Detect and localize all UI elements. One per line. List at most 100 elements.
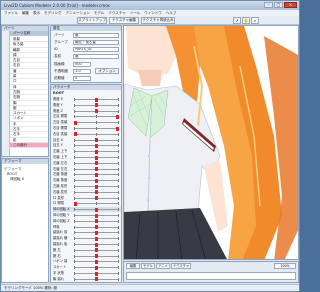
- parameter-slider[interactable]: [74, 132, 119, 137]
- opacity-field[interactable]: 1.0: [73, 69, 91, 74]
- parameter-slider[interactable]: [74, 178, 119, 183]
- zoom-level[interactable]: 100%: [274, 263, 296, 269]
- parameter-slider[interactable]: [74, 97, 119, 102]
- slider-knob[interactable]: [95, 259, 98, 264]
- menu-tools[interactable]: ツール: [130, 11, 141, 16]
- timeline-scrollbar[interactable]: [126, 272, 296, 280]
- slider-knob[interactable]: [95, 97, 98, 102]
- hand-icon[interactable]: ✋: [242, 17, 250, 24]
- slider-knob[interactable]: [95, 277, 98, 282]
- parameter-slider[interactable]: [74, 155, 119, 160]
- tree-item[interactable]: 体回転 X: [4, 177, 24, 182]
- parameter-slider[interactable]: [74, 201, 119, 206]
- slider-knob[interactable]: [95, 236, 98, 241]
- texture-reload-button[interactable]: テクスチャ再読込み: [141, 17, 175, 24]
- zoom-icon[interactable]: ⌕: [251, 17, 259, 24]
- slider-knob[interactable]: [95, 143, 98, 148]
- slider-knob[interactable]: [95, 178, 98, 183]
- slider-knob[interactable]: [95, 196, 98, 201]
- menu-help[interactable]: ヘルプ: [166, 11, 177, 16]
- parameter-slider[interactable]: [74, 109, 119, 114]
- parameter-slider[interactable]: [74, 265, 119, 270]
- close-button[interactable]: ×: [284, 2, 297, 8]
- parameter-slider[interactable]: [74, 114, 119, 119]
- slider-knob[interactable]: [95, 172, 98, 177]
- texture-edit-button[interactable]: テクスチャ編集: [109, 17, 139, 24]
- tab-animation[interactable]: アニメ: [156, 263, 170, 269]
- menu-model[interactable]: モデル: [94, 11, 105, 16]
- slider-knob[interactable]: [74, 132, 77, 137]
- list-item-selected[interactable]: この部分: [10, 142, 48, 149]
- parameter-slider[interactable]: [74, 207, 119, 212]
- parameter-slider[interactable]: [74, 248, 119, 253]
- slider-knob[interactable]: [95, 225, 98, 230]
- maximize-button[interactable]: □: [274, 2, 283, 8]
- parameter-slider[interactable]: [74, 254, 119, 259]
- slider-knob[interactable]: [95, 271, 98, 276]
- slider-knob[interactable]: [95, 254, 98, 259]
- slider-knob[interactable]: [95, 103, 98, 108]
- parameter-slider[interactable]: [74, 120, 119, 125]
- parameter-slider[interactable]: [74, 149, 119, 154]
- slider-knob[interactable]: [95, 161, 98, 166]
- menu-file[interactable]: ファイル: [4, 11, 18, 16]
- slider-knob[interactable]: [95, 242, 98, 247]
- parameter-slider[interactable]: [74, 161, 119, 166]
- slider-knob[interactable]: [95, 109, 98, 114]
- slider-knob[interactable]: [95, 190, 98, 195]
- slider-knob[interactable]: [95, 155, 98, 160]
- menu-view[interactable]: 表示: [33, 11, 40, 16]
- menu-window[interactable]: ウィンドウ: [144, 11, 162, 16]
- menu-animation[interactable]: アニメーション: [66, 11, 90, 16]
- slider-knob[interactable]: [74, 120, 77, 125]
- option-button[interactable]: オプション: [95, 68, 119, 74]
- parameter-slider[interactable]: [74, 236, 119, 241]
- parameter-slider[interactable]: [74, 196, 119, 201]
- slider-knob[interactable]: [74, 201, 77, 206]
- parameter-slider[interactable]: [74, 184, 119, 189]
- slider-knob[interactable]: [95, 248, 98, 253]
- slider-knob[interactable]: [95, 265, 98, 270]
- parameter-slider[interactable]: [74, 190, 119, 195]
- group-field[interactable]: 胸元・後ろ髪: [73, 40, 119, 45]
- name-field[interactable]: 服: [73, 54, 119, 59]
- model-canvas[interactable]: [123, 25, 299, 260]
- parameter-slider[interactable]: [74, 242, 119, 247]
- tab-texture[interactable]: テクスチャ: [171, 263, 191, 269]
- part-field[interactable]: 服: [73, 33, 119, 38]
- parameter-slider[interactable]: [74, 219, 119, 224]
- slider-knob[interactable]: [95, 167, 98, 172]
- tab-model[interactable]: モデル: [141, 263, 155, 269]
- slider-knob[interactable]: [116, 114, 119, 119]
- parameter-slider[interactable]: [74, 271, 119, 276]
- parameter-slider[interactable]: [74, 225, 119, 230]
- parameter-slider[interactable]: [74, 213, 119, 218]
- menu-texture[interactable]: テクスチャ: [108, 11, 125, 16]
- slider-knob[interactable]: [95, 149, 98, 154]
- tab-edit[interactable]: 編集: [126, 263, 140, 269]
- parameter-slider[interactable]: [74, 172, 119, 177]
- slider-knob[interactable]: [95, 219, 98, 224]
- minimize-button[interactable]: –: [264, 2, 273, 8]
- slider-knob[interactable]: [95, 184, 98, 189]
- id-field[interactable]: PARTS_01: [73, 47, 119, 52]
- parameter-slider[interactable]: [74, 103, 119, 108]
- slider-knob[interactable]: [95, 138, 98, 143]
- slider-knob[interactable]: [116, 126, 119, 131]
- draw-order-field[interactable]: 500: [73, 62, 91, 67]
- menu-edit[interactable]: 編集: [22, 11, 29, 16]
- slider-knob[interactable]: [95, 230, 98, 235]
- menu-modeling[interactable]: モデリング: [44, 11, 62, 16]
- sprite-up-button[interactable]: スプライトアップ: [77, 17, 107, 24]
- parameter-slider[interactable]: [74, 167, 119, 172]
- parameter-slider[interactable]: [74, 126, 119, 131]
- parameter-slider[interactable]: [74, 277, 119, 282]
- arrow-icon[interactable]: ➚: [233, 17, 241, 24]
- slider-knob[interactable]: [95, 207, 98, 212]
- parameter-slider[interactable]: [74, 230, 119, 235]
- parameter-slider[interactable]: [74, 259, 119, 264]
- initial-field[interactable]: 0: [73, 76, 91, 81]
- parameter-slider[interactable]: [74, 138, 119, 143]
- slider-knob[interactable]: [95, 213, 98, 218]
- parameter-slider[interactable]: [74, 143, 119, 148]
